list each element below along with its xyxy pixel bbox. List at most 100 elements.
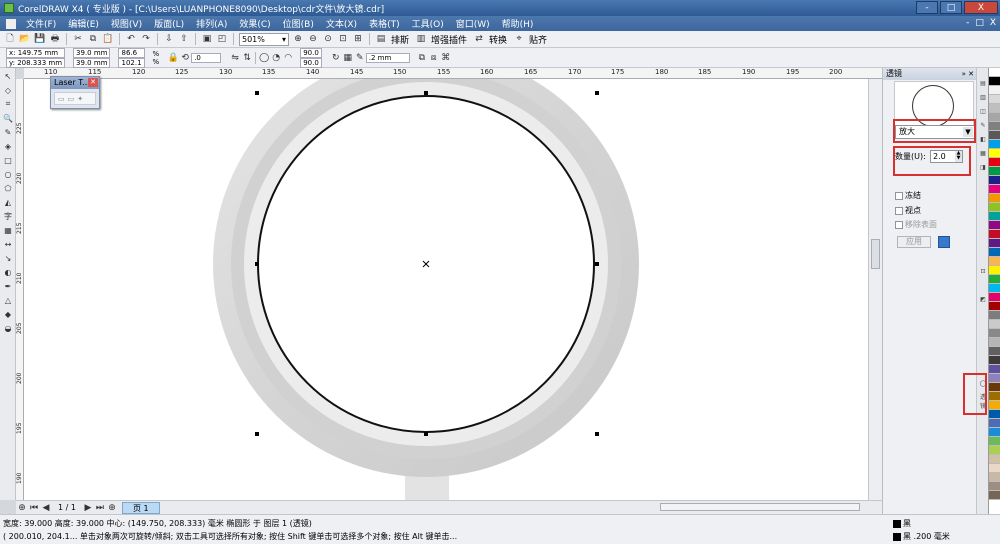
page-tab[interactable]: 页 1 [121,501,160,514]
new-document-icon[interactable]: 🗋 [4,33,16,45]
launch-item-1[interactable]: 排斯 [391,33,409,46]
wrap-text-icon[interactable]: ▦ [342,52,354,64]
import-icon[interactable]: ⇩ [163,33,175,45]
export-icon[interactable]: ⇧ [178,33,190,45]
selection-handle[interactable] [595,262,599,266]
palette-swatch[interactable] [989,455,1000,464]
palette-swatch[interactable] [989,257,1000,266]
convert-icon[interactable]: ⇄ [473,33,485,45]
selection-handle[interactable] [255,91,259,95]
connector-tool-icon[interactable]: ↘ [2,252,14,264]
docker-tab-icon[interactable]: ▥ [978,94,988,103]
ellipse-icon[interactable]: ◯ [258,52,270,64]
drawing-canvas[interactable] [24,79,868,500]
docker-tab-icon[interactable]: ▤ [978,80,988,89]
fill-tool-icon[interactable]: ◆ [2,308,14,320]
palette-swatch[interactable] [989,221,1000,230]
menu-table[interactable]: 表格(T) [363,17,406,30]
selection-handle[interactable] [255,432,259,436]
selection-handle[interactable] [595,432,599,436]
angle-field[interactable]: .0 [191,52,222,63]
laser-tool-icon[interactable]: ▭ [68,95,75,103]
add-page-end-icon[interactable]: ⊕ [106,502,118,514]
laser-tool-icon[interactable]: ✦ [77,95,83,103]
palette-swatch[interactable] [989,158,1000,167]
palette-swatch[interactable] [989,113,1000,122]
palette-swatch[interactable] [989,410,1000,419]
zoom-page-icon[interactable]: ⊞ [352,33,364,45]
lock-icon[interactable] [938,236,950,248]
palette-swatch[interactable] [989,374,1000,383]
docker-controls[interactable]: » ✕ [962,68,974,80]
snap-icon[interactable]: ⌖ [513,33,525,45]
copy-icon[interactable]: ⧉ [87,33,99,45]
palette-swatch[interactable] [989,482,1000,491]
menu-layout[interactable]: 版面(L) [148,17,190,30]
palette-swatch[interactable] [989,401,1000,410]
palette-swatch[interactable] [989,338,1000,347]
laser-window-titlebar[interactable]: Laser T... ✕ [51,77,99,89]
table-tool-icon[interactable]: ▦ [2,224,14,236]
docker-tab-icon[interactable]: ▦ [978,150,988,159]
docker-tab-icon[interactable]: ✎ [978,122,988,131]
plugin-icon[interactable]: ▤ [375,33,387,45]
welcome-screen-icon[interactable]: ◰ [216,33,228,45]
palette-swatch[interactable] [989,356,1000,365]
laser-tool-icon[interactable]: ▭ [58,95,65,103]
palette-swatch[interactable] [989,248,1000,257]
palette-swatch[interactable] [989,140,1000,149]
outline-tool-icon[interactable]: △ [2,294,14,306]
palette-swatch[interactable] [989,185,1000,194]
fill-indicator[interactable]: 黑 [893,518,911,529]
docker-tab-icon[interactable]: ◫ [978,108,988,117]
palette-swatch[interactable] [989,446,1000,455]
height-field[interactable]: 39.0 mm [73,57,111,68]
palette-swatch[interactable] [989,203,1000,212]
palette-swatch[interactable] [989,329,1000,338]
menu-edit[interactable]: 编辑(E) [62,17,105,30]
vertical-ruler[interactable]: 225 220 215 210 205 200 195 190 [16,79,24,500]
direction-icon[interactable]: ↻ [330,52,342,64]
add-page-icon[interactable]: ⊕ [16,502,28,514]
undo-icon[interactable]: ↶ [125,33,137,45]
close-button[interactable]: X [964,1,998,14]
redo-icon[interactable]: ↷ [140,33,152,45]
pie-icon[interactable]: ◔ [270,52,282,64]
palette-swatch[interactable] [989,68,1000,77]
cut-icon[interactable]: ✂ [72,33,84,45]
first-page-icon[interactable]: ⏮ [28,502,40,514]
remove-face-checkbox[interactable]: 移除表面 [895,219,937,230]
palette-swatch[interactable] [989,95,1000,104]
scale-height-field[interactable]: 102.1 [118,57,145,68]
palette-swatch[interactable] [989,284,1000,293]
scrollbar-thumb[interactable] [871,239,880,269]
menu-bitmaps[interactable]: 位图(B) [277,17,320,30]
text-tool-icon[interactable]: 字 [2,210,14,222]
arc-start-field[interactable]: 90.0 [300,47,322,58]
launch-item-4[interactable]: 贴齐 [529,33,547,46]
palette-swatch[interactable] [989,176,1000,185]
doc-minimize-button[interactable]: - [966,18,969,28]
maximize-button[interactable]: □ [940,1,962,14]
palette-swatch[interactable] [989,212,1000,221]
menu-text[interactable]: 文本(X) [320,17,363,30]
selection-handle[interactable] [255,262,259,266]
pick-tool-icon[interactable]: ↖ [2,70,14,82]
palette-swatch[interactable] [989,302,1000,311]
selection-handle[interactable] [424,91,428,95]
rotate-icon[interactable]: ⟲ [179,52,191,64]
convert-to-curves-icon[interactable]: ⌘ [440,52,452,64]
palette-swatch[interactable] [989,473,1000,482]
interactive-fill-tool-icon[interactable]: ◒ [2,322,14,334]
palette-swatch[interactable] [989,419,1000,428]
freehand-tool-icon[interactable]: ✎ [2,126,14,138]
palette-swatch[interactable] [989,392,1000,401]
palette-swatch[interactable] [989,293,1000,302]
palette-swatch[interactable] [989,77,1000,86]
palette-swatch[interactable] [989,239,1000,248]
launch-item-3[interactable]: 转换 [489,33,507,46]
launch-item-2[interactable]: 增强插件 [431,33,467,46]
palette-swatch[interactable] [989,311,1000,320]
smart-fill-tool-icon[interactable]: ◈ [2,140,14,152]
palette-swatch[interactable] [989,266,1000,275]
